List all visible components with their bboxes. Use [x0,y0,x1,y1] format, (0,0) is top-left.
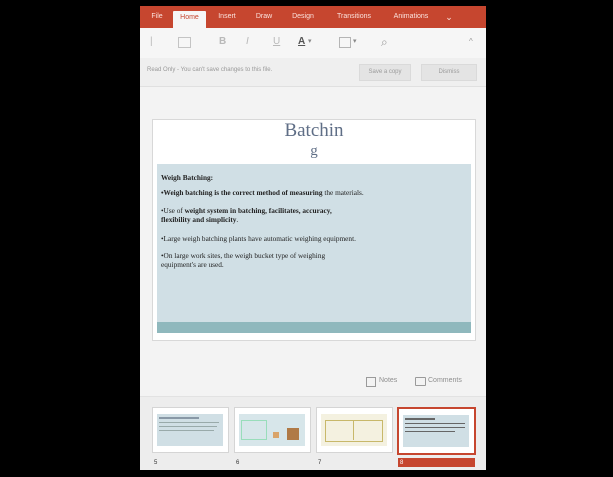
slide-body: Weigh Batching: •Weigh batching is the c… [157,164,471,333]
slide-title: Batchin g [153,120,475,166]
slide-number: 7 [318,460,322,466]
read-only-message: Read Only - You can't save changes to th… [147,67,273,73]
powerpoint-window: File Home Insert Draw Design Transitions… [140,6,486,470]
tab-insert[interactable]: Insert [212,10,242,26]
chevron-down-icon[interactable]: ⌄ [442,10,456,26]
collapse-ribbon-icon[interactable]: ^ [469,35,473,49]
slide-thumbnail[interactable] [234,407,311,453]
tab-design[interactable]: Design [286,10,320,26]
slide-number: 6 [236,460,240,466]
underline-button[interactable]: U [273,35,280,49]
slide-bottom-strip [157,322,471,333]
home-toolbar: | B I U A ▾ ▾ ⌕ ^ [140,28,486,59]
bullet-4: •On large work sites, the weigh bucket t… [161,251,326,269]
font-color-button[interactable]: A [298,35,305,49]
paragraph-dropdown-icon[interactable]: ▾ [353,35,357,49]
slide-thumbnail[interactable] [316,407,393,453]
tab-home[interactable]: Home [173,11,206,28]
slide-thumbnail-strip: 5 6 7 8 [140,396,486,470]
comments-button[interactable]: Comments [428,376,462,386]
paragraph-icon[interactable] [339,37,351,48]
search-icon[interactable]: ⌕ [381,35,388,49]
read-only-banner: Read Only - You can't save changes to th… [140,58,486,87]
notes-icon[interactable] [366,377,376,387]
dismiss-button[interactable]: Dismiss [421,64,477,81]
slide-thumbnail-selected[interactable] [397,407,476,455]
notes-button[interactable]: Notes [379,376,397,386]
ribbon-tab-bar: File Home Insert Draw Design Transitions… [140,6,486,28]
italic-button[interactable]: I [246,35,249,49]
save-copy-button[interactable]: Save a copy [359,64,411,81]
slide-thumbnail[interactable] [152,407,229,453]
bullet-3: •Large weigh batching plants have automa… [161,234,356,243]
selected-slide-indicator [398,458,475,467]
slide-number: 5 [154,460,158,466]
slide-heading: Weigh Batching: [161,173,214,182]
bullet-1: •Weigh batching is the correct method of… [161,188,364,197]
slide-title-line2: g [310,143,318,159]
slide-title-line1: Batchin [284,120,344,141]
comment-icon[interactable] [415,377,426,386]
tab-draw[interactable]: Draw [250,10,278,26]
bold-button[interactable]: B [219,35,226,49]
bullet-2: •Use of weight system in batching, facil… [161,206,332,224]
layout-icon[interactable] [178,37,191,48]
slide-canvas[interactable]: Batchin g Weigh Batching: •Weigh batchin… [152,119,476,341]
notes-comments-bar: Notes Comments [140,369,486,393]
tab-file[interactable]: File [146,10,168,26]
tab-transitions[interactable]: Transitions [330,10,378,26]
slide-number: 8 [400,460,404,466]
tab-animations[interactable]: Animations [387,10,435,26]
separator-icon: | [150,36,153,47]
font-color-dropdown-icon[interactable]: ▾ [308,35,312,49]
